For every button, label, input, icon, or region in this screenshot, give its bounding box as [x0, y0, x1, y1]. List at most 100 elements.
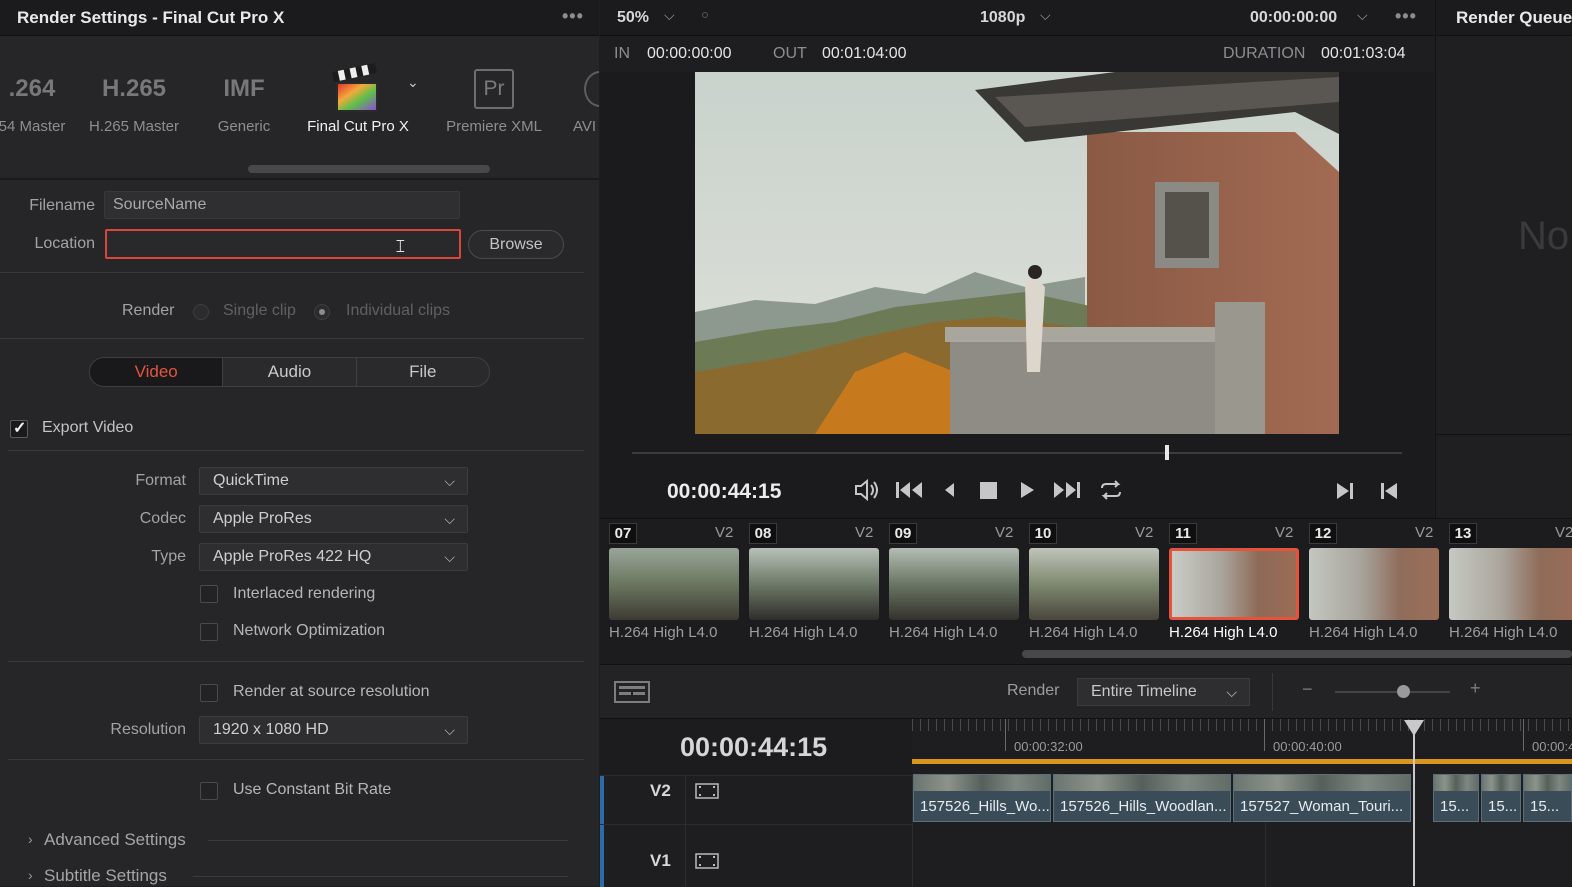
preset-premiere-xml[interactable]: Pr Premiere XML	[440, 60, 548, 135]
location-input[interactable]	[105, 229, 461, 259]
preset-imf-generic[interactable]: IMF Generic	[204, 60, 284, 135]
clip-thumbnail[interactable]	[1449, 548, 1572, 620]
loop-icon[interactable]	[1096, 478, 1126, 502]
constant-bitrate-checkbox[interactable]	[200, 782, 218, 800]
ruler-label: 00:00:32:00	[1014, 739, 1083, 754]
video-frame[interactable]	[695, 72, 1339, 434]
format-dropdown[interactable]: QuickTime ⌵	[199, 467, 468, 495]
render-settings-panel: Render Settings - Final Cut Pro X ••• .2…	[0, 0, 599, 886]
preset-label: Generic	[217, 118, 271, 135]
type-label: Type	[151, 548, 186, 565]
zoom-slider-handle[interactable]	[1397, 685, 1410, 698]
subtitle-settings-section[interactable]: › Subtitle Settings	[28, 866, 573, 886]
clip-codec-label: H.264 High L4.0	[1169, 624, 1278, 641]
resolution-label: Resolution	[110, 721, 186, 738]
premiere-icon: Pr	[440, 60, 548, 118]
chevron-down-icon: ⌵	[1226, 684, 1237, 700]
timeline-ruler[interactable]: 00:00:32:00 00:00:40:00 00:00:48:00	[912, 719, 1572, 759]
film-icon[interactable]	[695, 853, 719, 869]
network-optimization-label: Network Optimization	[233, 622, 386, 639]
clip-number: 07	[609, 523, 637, 544]
timeline-clip[interactable]: 15...	[1481, 774, 1521, 822]
filename-input[interactable]: SourceName	[104, 191, 460, 219]
advanced-settings-section[interactable]: › Advanced Settings	[28, 830, 573, 852]
single-clip-radio[interactable]	[193, 304, 209, 320]
timeline-clip[interactable]: 15...	[1433, 774, 1479, 822]
interlaced-checkbox[interactable]	[200, 585, 218, 603]
clip-strip-scrollbar[interactable]	[1022, 650, 1572, 658]
more-options-icon[interactable]: •••	[562, 6, 584, 27]
track-header-v1[interactable]: V1	[600, 825, 912, 887]
preset-h264-master[interactable]: .264 54 Master	[0, 60, 72, 135]
resolution-dropdown[interactable]: 1920 x 1080 HD ⌵	[199, 716, 468, 744]
viewer-panel: 50% ⌵ 1080p ⌵ 00:00:00:00 ⌵ ••• IN 00:00…	[600, 0, 1434, 520]
clip-codec-label: H.264 High L4.0	[749, 624, 858, 641]
preset-dropdown-chevron-icon[interactable]: ⌄	[407, 74, 419, 91]
timeline-clip[interactable]: 157527_Woman_Touri...	[1233, 774, 1411, 822]
zoom-out-icon[interactable]: −	[1302, 679, 1313, 700]
clip-thumbnail[interactable]	[609, 548, 739, 620]
volume-icon[interactable]	[854, 478, 880, 502]
viewer-timecode-top[interactable]: 00:00:00:00	[1250, 9, 1337, 27]
timeline-playhead[interactable]	[1413, 722, 1415, 886]
individual-clips-radio[interactable]	[314, 304, 330, 320]
avi-globe-icon	[566, 60, 599, 118]
more-options-icon[interactable]: •••	[1395, 6, 1417, 27]
playhead-handle-icon[interactable]	[1404, 720, 1424, 736]
zoom-in-icon[interactable]: +	[1470, 678, 1481, 699]
play-icon[interactable]	[1014, 478, 1038, 502]
chevron-down-icon[interactable]: ⌵	[1357, 7, 1368, 24]
clip-thumbnail[interactable]	[889, 548, 1019, 620]
type-dropdown[interactable]: Apple ProRes 422 HQ ⌵	[199, 543, 468, 571]
chevron-down-icon[interactable]: ⌵	[664, 7, 675, 24]
preset-h265-master[interactable]: H.265 H.265 Master	[84, 60, 184, 135]
go-to-start-icon[interactable]	[894, 478, 924, 502]
codec-dropdown[interactable]: Apple ProRes ⌵	[199, 505, 468, 533]
source-resolution-checkbox[interactable]	[200, 684, 218, 702]
clip-thumbnail[interactable]	[1169, 548, 1299, 620]
export-video-checkbox[interactable]: ✓	[10, 420, 28, 438]
viewer-current-timecode: 00:00:44:15	[667, 480, 782, 503]
zoom-value[interactable]: 50%	[617, 9, 649, 27]
settings-tabs: Video Audio File	[89, 357, 490, 387]
filename-label: Filename	[29, 197, 95, 214]
browse-button[interactable]: Browse	[468, 230, 564, 259]
preset-final-cut-pro-x[interactable]: Final Cut Pro X	[300, 60, 416, 135]
tab-file[interactable]: File	[357, 358, 489, 386]
clip-thumbnail[interactable]	[1309, 548, 1439, 620]
track-header-v2[interactable]: V2	[600, 775, 912, 825]
tab-audio[interactable]: Audio	[223, 358, 357, 386]
timeline-clip[interactable]: 15...	[1523, 774, 1572, 822]
film-icon[interactable]	[695, 783, 719, 799]
timeline-zoom-slider[interactable]	[1335, 691, 1450, 693]
clip-thumbnail[interactable]	[1029, 548, 1159, 620]
render-range-dropdown[interactable]: Entire Timeline ⌵	[1077, 678, 1250, 706]
step-back-icon[interactable]	[938, 478, 962, 502]
status-dot-icon	[702, 12, 708, 18]
presets-scrollbar[interactable]	[248, 165, 490, 173]
clip-thumbnail[interactable]	[749, 548, 879, 620]
tab-video[interactable]: Video	[90, 358, 224, 386]
format-value: QuickTime	[213, 472, 289, 489]
chevron-down-icon[interactable]: ⌵	[1040, 7, 1051, 24]
track-name: V2	[650, 781, 671, 800]
preset-avi[interactable]: AVI	[566, 60, 599, 135]
preset-h265-icon: H.265	[101, 75, 167, 102]
timeline-view-icon[interactable]	[614, 681, 650, 703]
scrub-bar[interactable]	[632, 452, 1402, 454]
go-to-end-icon[interactable]	[1052, 478, 1082, 502]
viewer-resolution[interactable]: 1080p	[980, 9, 1025, 27]
preset-h264-icon: .264	[8, 75, 56, 102]
divider	[1436, 434, 1572, 435]
scrub-playhead[interactable]	[1165, 445, 1169, 460]
individual-clips-label: Individual clips	[346, 302, 451, 319]
previous-edit-icon[interactable]	[1378, 480, 1400, 502]
out-label: OUT	[773, 45, 807, 62]
next-edit-icon[interactable]	[1334, 480, 1356, 502]
timeline-clip[interactable]: 157526_Hills_Wo...	[913, 774, 1051, 822]
timeline-clip[interactable]: 157526_Hills_Woodlan...	[1053, 774, 1231, 822]
stop-icon[interactable]	[976, 478, 1000, 502]
divider	[208, 840, 568, 841]
divider	[0, 178, 599, 180]
network-optimization-checkbox[interactable]	[200, 623, 218, 641]
